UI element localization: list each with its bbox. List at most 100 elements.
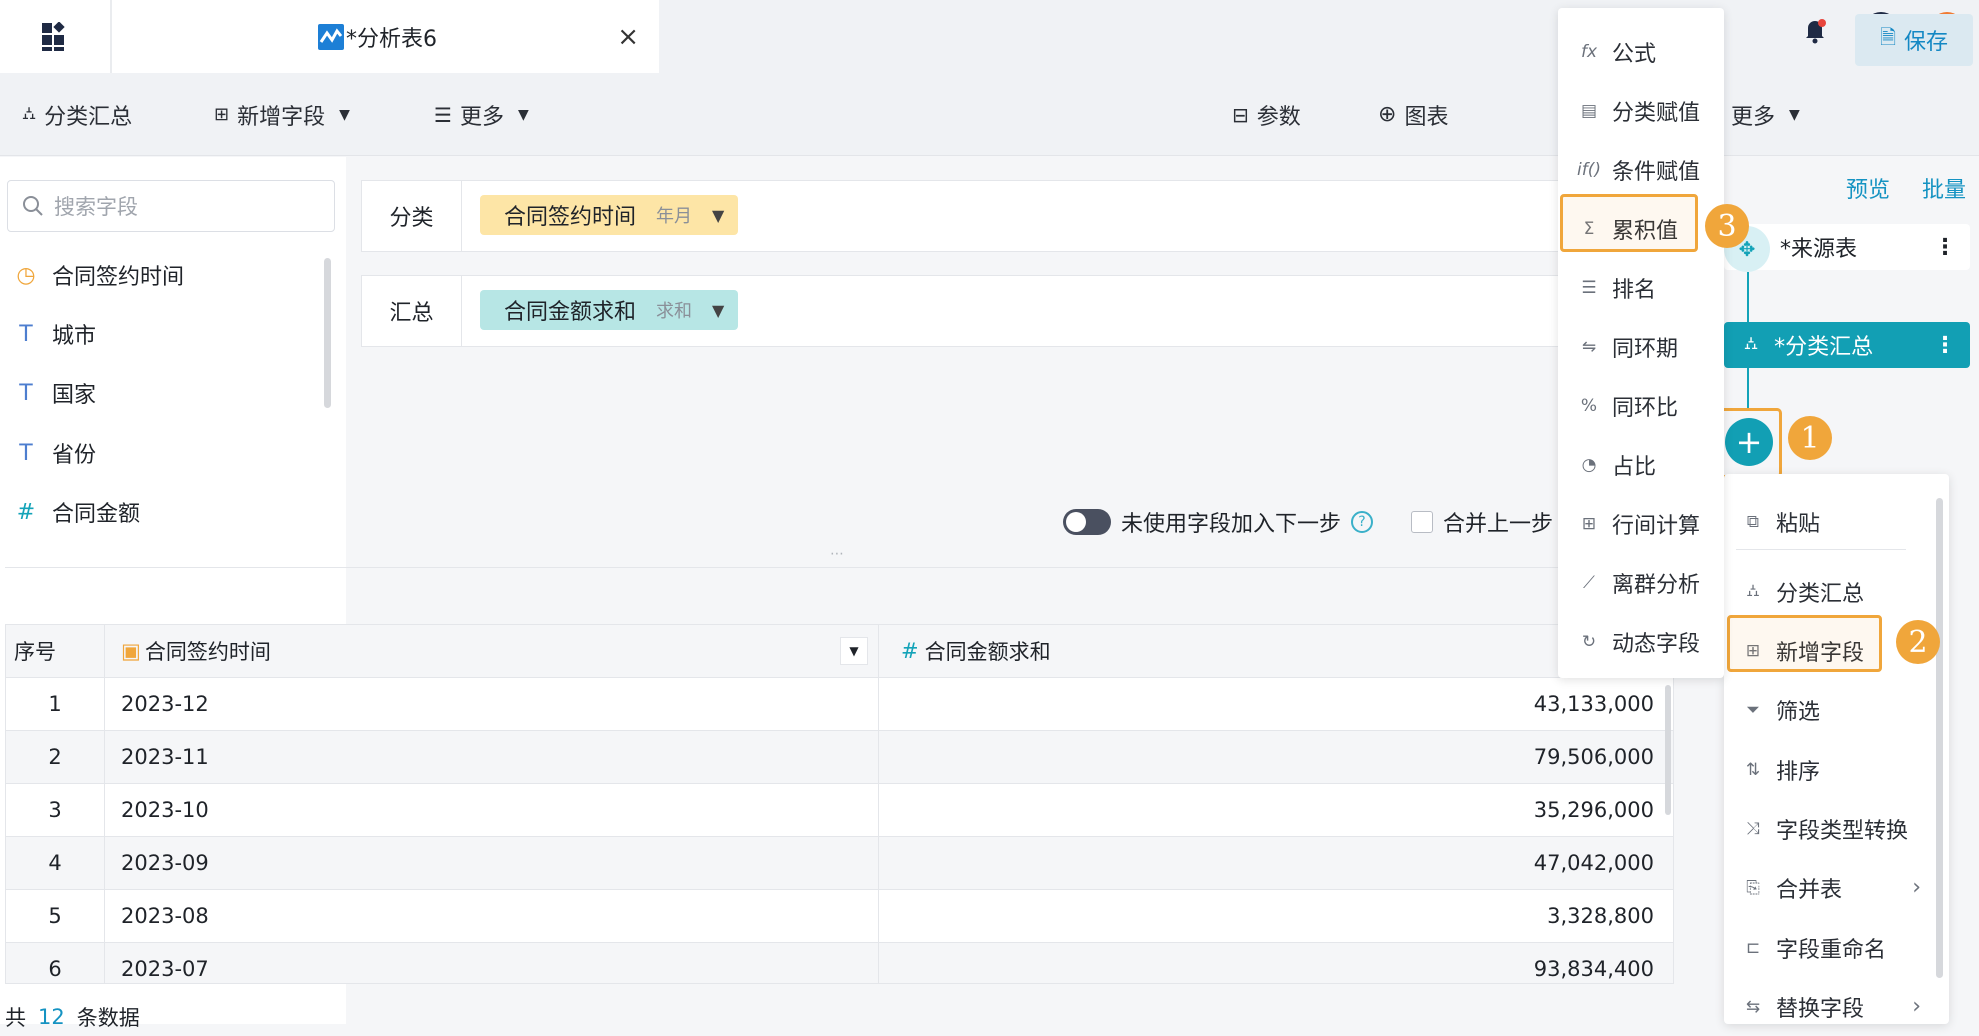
field-item[interactable]: T 省份 <box>0 430 96 476</box>
chevron-right-icon: › <box>1912 875 1921 900</box>
params-button[interactable]: ⊟ 参数 <box>1232 73 1301 156</box>
search-icon <box>23 196 43 216</box>
ratio-icon: % <box>1580 395 1598 416</box>
menu-item-formula[interactable]: fx 公式 <box>1558 22 1724 81</box>
plus-circle-icon: ⊕ <box>1378 102 1397 127</box>
bell-icon[interactable] <box>1797 12 1833 48</box>
add-step-button[interactable]: + <box>1725 418 1773 466</box>
more-right-button[interactable]: 更多 ▼ <box>1731 73 1800 156</box>
menu-item-ratio[interactable]: % 同环比 <box>1558 376 1724 435</box>
menu-item-proportion[interactable]: ◔ 占比 <box>1558 435 1724 494</box>
tab-empty[interactable] <box>110 0 296 73</box>
summary-field-chip[interactable]: 合同金额求和 求和 ▼ <box>480 290 739 330</box>
preview-link[interactable]: 预览 <box>1846 172 1890 204</box>
menu-item-merge-table[interactable]: ⎘ 合并表 › <box>1724 858 1949 917</box>
step-badge-3: 3 <box>1705 204 1749 248</box>
field-item[interactable]: # 合同金额 <box>0 489 140 535</box>
menu-item-rank[interactable]: ☰ 排名 <box>1558 258 1724 317</box>
field-item[interactable]: ◷ 合同签约时间 <box>0 252 184 298</box>
sort-icon: ⇅ <box>1745 759 1761 780</box>
tab-title: *分析表6 <box>346 26 437 52</box>
step-2-highlight <box>1727 615 1882 672</box>
menu-item-group-summary[interactable]: ⛼ 分类汇总 <box>1724 562 1949 621</box>
options-row: 未使用字段加入下一步 ? 合并上一步 <box>1063 506 1553 538</box>
field-item[interactable]: T 国家 <box>0 370 96 416</box>
convert-icon: ⤨ <box>1746 818 1760 839</box>
triangle-down-icon[interactable]: ▼ <box>712 206 724 225</box>
merge-checkbox[interactable] <box>1411 511 1434 533</box>
more-button[interactable]: ☰ 更多 ▼ <box>434 73 529 156</box>
table-row[interactable]: 1 2023-12 43,133,000 <box>6 678 1673 731</box>
scrollbar[interactable] <box>324 258 331 408</box>
field-item[interactable]: T 城市 <box>0 311 96 357</box>
triangle-down-icon[interactable]: ▼ <box>712 301 724 320</box>
menu-divider <box>1736 549 1906 550</box>
number-type-icon: # <box>16 499 36 525</box>
divider <box>5 567 1622 568</box>
menu-item-convert[interactable]: ⤨ 字段类型转换 <box>1724 799 1949 858</box>
formula-icon: fx <box>1580 41 1598 62</box>
apps-button[interactable] <box>0 0 110 73</box>
table-row[interactable]: 3 2023-10 35,296,000 <box>6 784 1673 837</box>
resize-handle[interactable]: ⋯ <box>830 546 844 562</box>
menu-item-rename[interactable]: ⊏ 字段重命名 <box>1724 918 1949 977</box>
replace-icon: ⇆ <box>1745 996 1761 1017</box>
params-icon: ⊟ <box>1232 102 1249 127</box>
chart-button[interactable]: ⊕ 图表 <box>1378 73 1448 156</box>
menu-item-condition-assign[interactable]: if() 条件赋值 <box>1558 140 1724 199</box>
group-summary-icon: ⛼ <box>1744 333 1759 354</box>
table-row[interactable]: 6 2023-07 93,834,400 <box>6 943 1673 983</box>
step-badge-2: 2 <box>1896 620 1940 664</box>
group-summary-node[interactable]: ⛼ *分类汇总 ⋮ <box>1724 322 1970 368</box>
menu-item-replace-field[interactable]: ⇆ 替换字段 › <box>1724 977 1949 1036</box>
text-type-icon: T <box>19 440 33 466</box>
save-button[interactable]: 🗎 保存 <box>1855 14 1973 66</box>
summary-label: 汇总 <box>362 276 462 346</box>
menu-item-sort[interactable]: ⇅ 排序 <box>1724 740 1949 799</box>
add-field-button[interactable]: ⊞ 新增字段 ▼ <box>214 73 350 156</box>
date-type-icon: ▣ <box>121 639 141 663</box>
add-field-submenu: fx 公式 ▤ 分类赋值 if() 条件赋值 Σ 累积值 ☰ 排名 ⇋ 同环期 … <box>1558 8 1724 678</box>
group-label: 分类 <box>362 181 462 251</box>
menu-item-period[interactable]: ⇋ 同环期 <box>1558 317 1724 376</box>
table-row[interactable]: 5 2023-08 3,328,800 <box>6 890 1673 943</box>
period-icon: ⇋ <box>1581 336 1597 357</box>
help-circle-icon[interactable]: ? <box>1351 511 1374 533</box>
more-vertical-icon[interactable]: ⋮ <box>1934 235 1956 260</box>
column-dropdown-icon[interactable]: ▼ <box>840 637 868 665</box>
list-icon: ☰ <box>434 102 452 127</box>
tab-analysis-table[interactable]: *分析表6 × <box>296 0 659 73</box>
table-scrollbar[interactable] <box>1665 685 1671 815</box>
menu-scrollbar[interactable] <box>1936 498 1943 978</box>
caret-down-icon: ▼ <box>517 106 529 123</box>
close-icon[interactable]: × <box>617 22 639 52</box>
search-input[interactable]: 搜索字段 <box>7 180 335 232</box>
unused-fields-toggle[interactable] <box>1063 509 1111 535</box>
caret-down-icon: ▼ <box>339 106 350 123</box>
chevron-right-icon: › <box>1912 994 1921 1019</box>
table-header: 序号 ▣ 合同签约时间 ▼ # 合同金额求和 <box>6 625 1673 678</box>
number-type-icon: # <box>901 639 919 663</box>
menu-item-outlier[interactable]: ⟋ 离群分析 <box>1558 553 1724 612</box>
more-vertical-icon[interactable]: ⋮ <box>1934 333 1956 358</box>
text-type-icon: T <box>19 321 33 347</box>
table-row[interactable]: 4 2023-09 47,042,000 <box>6 837 1673 890</box>
batch-link[interactable]: 批量 <box>1922 172 1966 204</box>
menu-item-paste[interactable]: ⧉ 粘贴 <box>1724 492 1949 551</box>
flow-header: 预览 批量 <box>1846 172 1966 204</box>
rank-icon: ☰ <box>1581 277 1597 298</box>
group-config-row: 分类 合同签约时间 年月 ▼ <box>361 180 1611 252</box>
menu-item-dynamic-field[interactable]: ↻ 动态字段 <box>1558 612 1724 671</box>
group-summary-button[interactable]: ⛼ 分类汇总 <box>22 73 132 156</box>
caret-down-icon: ▼ <box>1789 106 1800 123</box>
clock-icon: ◷ <box>16 262 36 288</box>
filter-icon: ⏷ <box>1746 699 1760 720</box>
step-badge-1: 1 <box>1788 416 1832 460</box>
menu-item-filter[interactable]: ⏷ 筛选 <box>1724 680 1949 739</box>
dynamic-field-icon: ↻ <box>1581 631 1597 652</box>
group-field-chip[interactable]: 合同签约时间 年月 ▼ <box>480 195 739 235</box>
menu-item-category-assign[interactable]: ▤ 分类赋值 <box>1558 81 1724 140</box>
table-row[interactable]: 2 2023-11 79,506,000 <box>6 731 1673 784</box>
condition-assign-icon: if() <box>1577 159 1601 180</box>
menu-item-row-calc[interactable]: ⊞ 行间计算 <box>1558 494 1724 553</box>
